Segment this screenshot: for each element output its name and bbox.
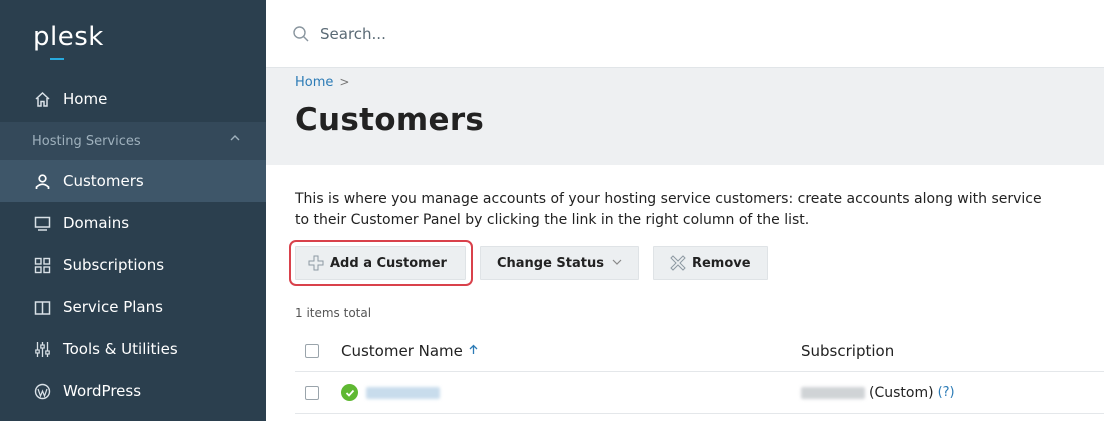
sidebar-item-home[interactable]: Home (0, 76, 266, 122)
search-input[interactable] (320, 24, 720, 43)
sidebar-group-label: Hosting Services (32, 133, 141, 149)
customer-name-cell (341, 384, 440, 401)
description-line: to their Customer Panel by clicking the … (295, 212, 810, 228)
user-icon (32, 171, 52, 191)
sidebar-item-customers[interactable]: Customers (0, 160, 266, 202)
customer-name-link-redacted[interactable] (366, 386, 440, 399)
page-header: Home > Customers (266, 68, 1104, 165)
monitor-icon (32, 213, 52, 233)
wordpress-icon (32, 381, 52, 401)
subscription-type: (Custom) (869, 384, 934, 401)
subscription-cell: (Custom) (?) (801, 385, 955, 401)
breadcrumb-home-link[interactable]: Home (295, 75, 333, 90)
page-title: Customers (295, 102, 485, 138)
main-content: This is where you manage accounts of you… (266, 165, 1104, 421)
home-icon (32, 89, 52, 109)
sidebar: plesk Home Hosting Services Customers Do… (0, 0, 266, 421)
sidebar-item-service-plans[interactable]: Service Plans (0, 286, 266, 328)
items-total: 1 items total (295, 306, 372, 320)
breadcrumb: Home > (295, 75, 349, 90)
customers-table: Customer Name Subscription (Custom) (?) (295, 330, 1104, 414)
sidebar-item-label: Tools & Utilities (63, 340, 178, 358)
column-label: Customer Name (341, 341, 463, 360)
sidebar-item-subscriptions[interactable]: Subscriptions (0, 244, 266, 286)
logo-accent (50, 58, 64, 60)
sidebar-item-label: Home (63, 90, 108, 108)
sidebar-item-label: Subscriptions (63, 256, 165, 274)
column-customer-name[interactable]: Customer Name (341, 342, 478, 360)
subscription-link-redacted[interactable] (801, 386, 865, 399)
row-checkbox[interactable] (305, 385, 319, 400)
sidebar-item-label: Service Plans (63, 298, 163, 316)
page-description: This is where you manage accounts of you… (295, 189, 1104, 231)
sidebar-item-wordpress[interactable]: WordPress (0, 370, 266, 412)
add-customer-wrapper: Add a Customer (289, 240, 480, 286)
logo[interactable]: plesk (0, 0, 266, 76)
description-line: This is where you manage accounts of you… (295, 191, 1042, 207)
sidebar-item-label: Domains (63, 214, 130, 232)
table-row: (Custom) (?) (295, 372, 1104, 414)
sidebar-item-tools-utilities[interactable]: Tools & Utilities (0, 328, 266, 370)
logo-text: plesk (33, 22, 104, 52)
sidebar-item-domains[interactable]: Domains (0, 202, 266, 244)
change-status-button[interactable]: Change Status (479, 246, 639, 280)
column-subscription[interactable]: Subscription (801, 342, 894, 360)
select-all-checkbox[interactable] (305, 343, 319, 358)
column-label: Subscription (801, 341, 895, 360)
breadcrumb-separator: > (339, 75, 350, 89)
sidebar-group-hosting-services[interactable]: Hosting Services (0, 122, 266, 160)
status-ok-icon (341, 384, 358, 401)
highlight-box (289, 240, 473, 286)
help-link[interactable]: (?) (938, 385, 955, 400)
book-icon (32, 297, 52, 317)
remove-label: Remove (691, 255, 751, 271)
change-status-label: Change Status (496, 255, 604, 271)
sidebar-item-label: WordPress (63, 382, 142, 400)
remove-icon (670, 255, 686, 271)
chevron-up-icon (230, 132, 240, 146)
top-search-bar (266, 0, 1104, 68)
sort-up-icon (469, 344, 478, 358)
search-icon[interactable] (292, 25, 310, 43)
remove-button[interactable]: Remove (652, 246, 768, 280)
sidebar-item-label: Customers (63, 172, 144, 190)
chevron-down-icon (612, 257, 622, 270)
grid-icon (32, 255, 52, 275)
toolbar: Add a Customer Change Status Remove (289, 240, 782, 286)
table-header: Customer Name Subscription (295, 330, 1104, 372)
sliders-icon (32, 339, 52, 359)
